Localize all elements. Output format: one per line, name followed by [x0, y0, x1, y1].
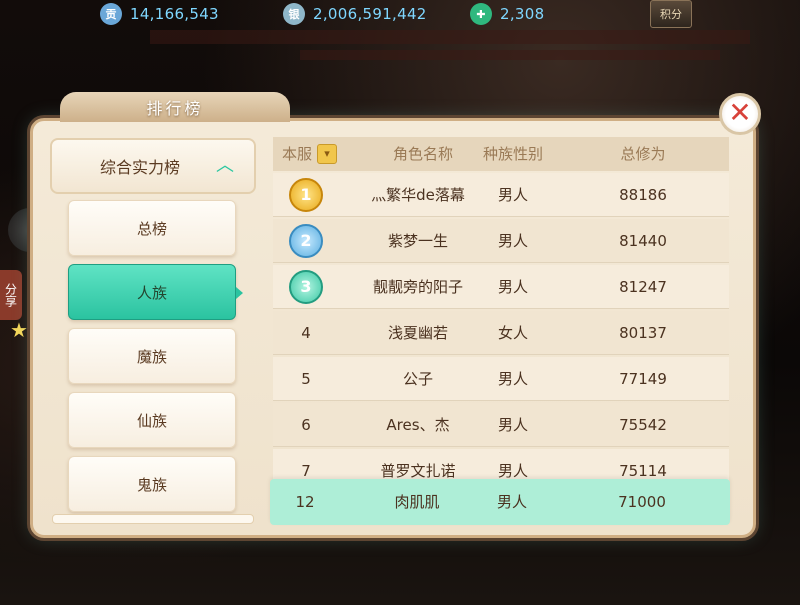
- close-button[interactable]: ✕: [719, 93, 761, 135]
- player-gender: 男人: [497, 186, 528, 204]
- player-gender: 男人: [497, 278, 528, 296]
- table-row[interactable]: 2 紫梦一生 男人 81440: [273, 219, 729, 263]
- player-rank: 4: [301, 324, 311, 342]
- player-gender: 男人: [497, 416, 528, 434]
- category-item-total[interactable]: 总榜: [68, 200, 236, 256]
- resource-value: 14,166,543: [130, 5, 219, 23]
- resource-contribution: 贡 14,166,543: [100, 3, 219, 25]
- table-row[interactable]: 4 浅夏幽若 女人 80137: [273, 311, 729, 355]
- star-icon: ★: [10, 318, 28, 342]
- jade-icon: ✚: [470, 3, 492, 25]
- gold-medal-icon: 1: [289, 178, 323, 212]
- table-row[interactable]: 1 灬繁华de落幕 男人 88186: [273, 173, 729, 217]
- resource-bar: 贡 14,166,543 银 2,006,591,442 ✚ 2,308 积分: [0, 0, 800, 30]
- my-rank: 12: [295, 493, 315, 511]
- player-score: 81440: [619, 232, 667, 250]
- header-server[interactable]: 本服: [277, 137, 317, 171]
- category-item-human[interactable]: 人族: [68, 264, 243, 320]
- resource-jade: ✚ 2,308: [470, 3, 544, 25]
- player-rank: 6: [301, 416, 311, 434]
- player-score: 81247: [619, 278, 667, 296]
- player-score: 88186: [619, 186, 667, 204]
- gong-icon: 贡: [100, 3, 122, 25]
- header-score: 总修为: [620, 145, 666, 163]
- category-header-label: 综合实力榜: [99, 158, 180, 177]
- my-score: 71000: [618, 493, 666, 511]
- table-row[interactable]: 6 Ares、杰 男人 75542: [273, 403, 729, 447]
- score-button[interactable]: 积分: [650, 0, 692, 28]
- player-rank: 5: [301, 370, 311, 388]
- table-row[interactable]: 3 靓靓旁的阳子 男人 81247: [273, 265, 729, 309]
- category-list: 总榜 人族 魔族 仙族 鬼族: [68, 200, 243, 520]
- table-header: 本服 ▾ 角色名称 种族性别 总修为: [273, 137, 729, 171]
- silver-icon: 银: [283, 3, 305, 25]
- resource-value: 2,308: [500, 5, 545, 23]
- chevron-down-icon[interactable]: ▾: [317, 144, 337, 164]
- share-button[interactable]: 分享: [0, 270, 22, 320]
- my-gender: 男人: [496, 493, 527, 511]
- player-gender: 男人: [497, 232, 528, 250]
- resource-value: 2,006,591,442: [313, 5, 427, 23]
- player-score: 75542: [619, 416, 667, 434]
- category-item-immortal[interactable]: 仙族: [68, 392, 236, 448]
- my-rank-row: 12 肉肌肌 男人 71000: [270, 479, 730, 525]
- ranking-table: 本服 ▾ 角色名称 种族性别 总修为 1 灬繁华de落幕 男人 88186 2 …: [273, 137, 729, 527]
- bronze-medal-icon: 3: [289, 270, 323, 304]
- category-item-demon[interactable]: 魔族: [68, 328, 236, 384]
- player-score: 80137: [619, 324, 667, 342]
- player-gender: 女人: [497, 324, 528, 342]
- panel-title: 排行榜: [60, 92, 290, 122]
- header-gender: 种族性别: [482, 145, 543, 163]
- chevron-up-icon: ︿: [216, 155, 234, 176]
- player-gender: 男人: [497, 370, 528, 388]
- bg-beam: [300, 50, 720, 60]
- category-item-ghost[interactable]: 鬼族: [68, 456, 236, 512]
- player-score: 77149: [619, 370, 667, 388]
- silver-medal-icon: 2: [289, 224, 323, 258]
- category-header[interactable]: 综合实力榜 ︿: [50, 138, 256, 194]
- resource-silver: 银 2,006,591,442: [283, 3, 427, 25]
- bg-beam: [150, 30, 750, 44]
- category-list-end: [52, 514, 254, 524]
- table-row[interactable]: 5 公子 男人 77149: [273, 357, 729, 401]
